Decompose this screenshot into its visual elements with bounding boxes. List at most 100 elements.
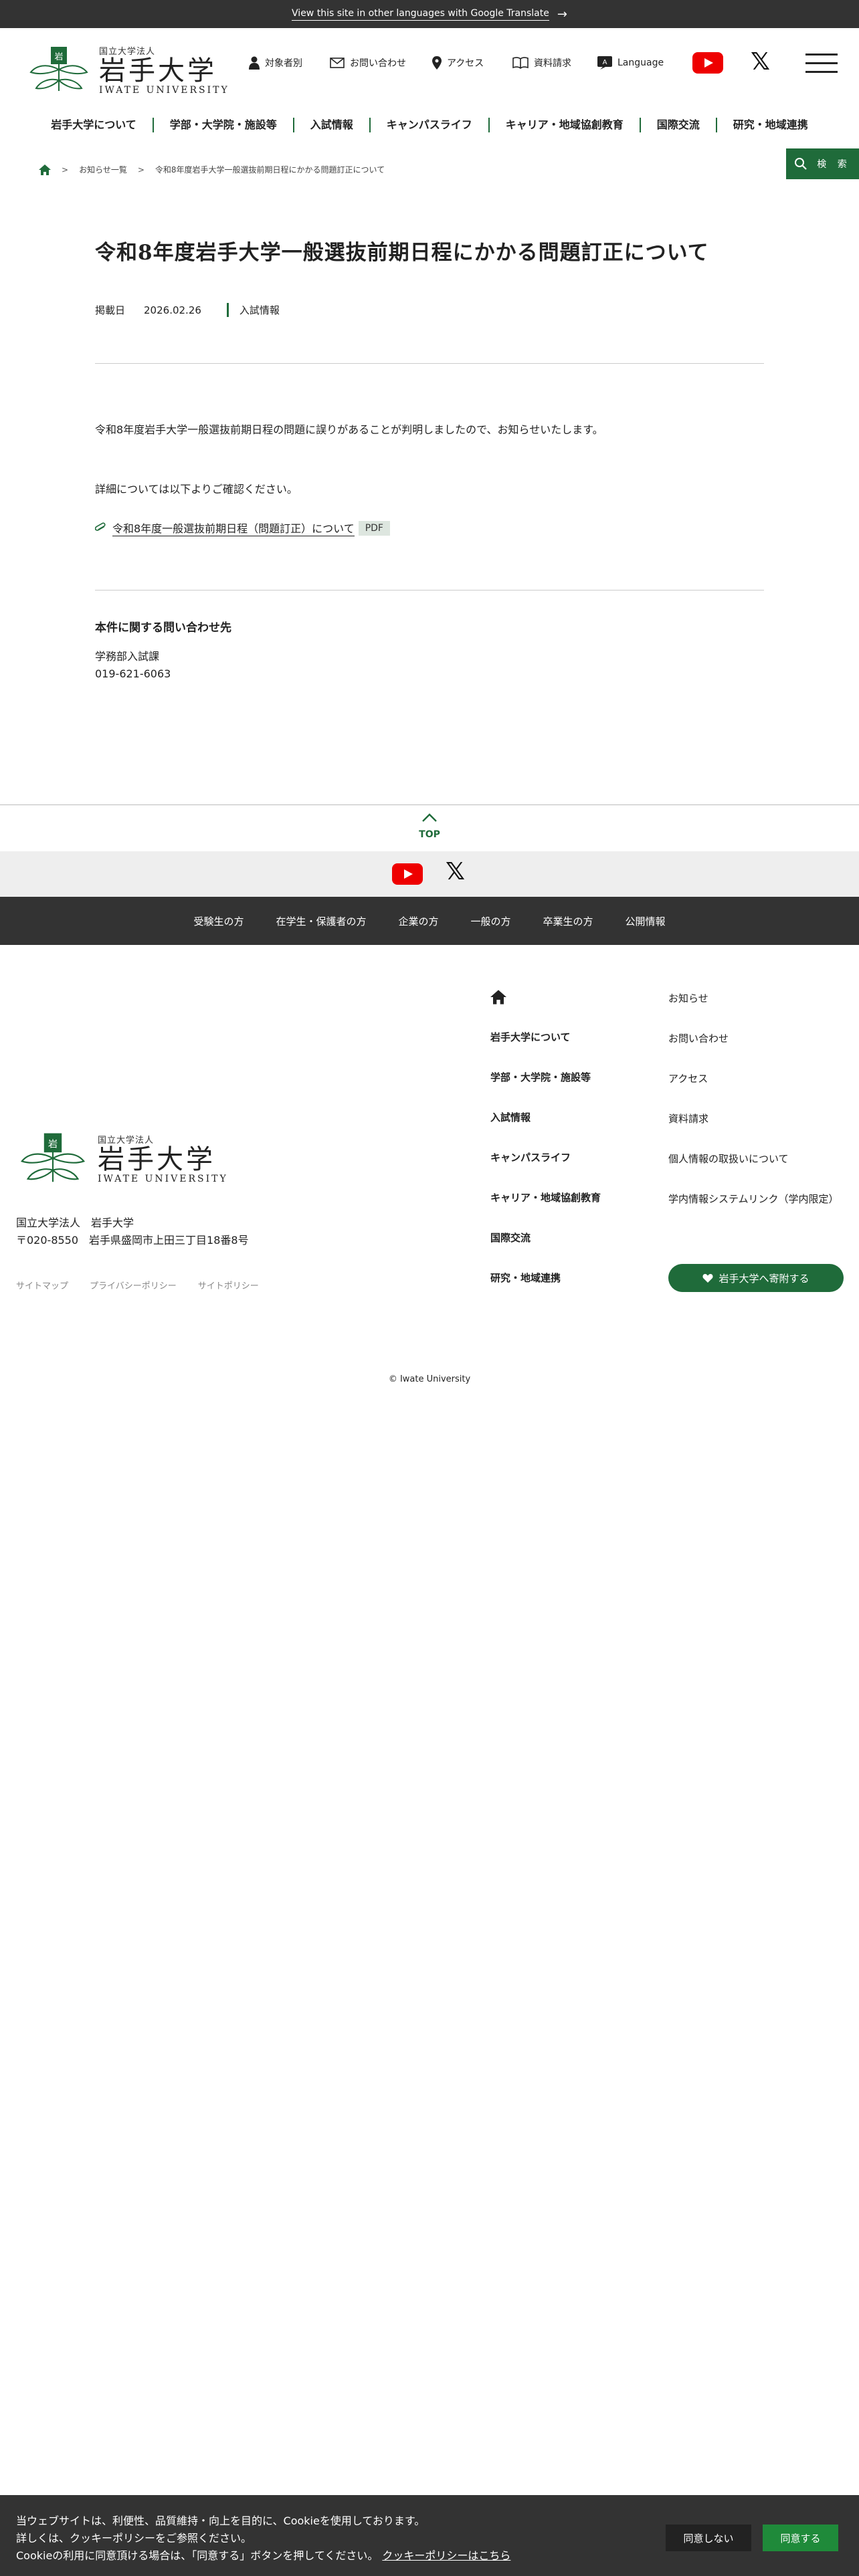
article-paragraph: 令和8年度岩手大学一般選抜前期日程の問題に誤りがあることが判明しましたので、お知… bbox=[95, 423, 603, 436]
donate-button[interactable]: 岩手大学へ寄附する bbox=[668, 1264, 844, 1292]
footer-link[interactable]: アクセス bbox=[668, 1071, 839, 1111]
translate-link[interactable]: View this site in other languages with G… bbox=[292, 8, 549, 21]
footer-nav-secondary: お知らせ お問い合わせ アクセス 資料請求 個人情報の取扱いについて 学内情報シ… bbox=[668, 991, 839, 1232]
gnav-faculties[interactable]: 学部・大学院・施設等 bbox=[152, 118, 293, 132]
footer-nav-primary: 岩手大学について 学部・大学院・施設等 入試情報 キャンパスライフ キャリア・地… bbox=[490, 990, 601, 1311]
cookie-agree-button[interactable]: 同意する bbox=[763, 2525, 838, 2551]
logo-title: 岩手大学 bbox=[98, 1144, 215, 1175]
pdf-link-text[interactable]: 令和8年度一般選抜前期日程（問題訂正）について bbox=[112, 520, 355, 536]
privacy-policy-link[interactable]: プライバシーポリシー bbox=[90, 1279, 177, 1291]
audience-companies[interactable]: 企業の方 bbox=[398, 914, 438, 928]
logo-subtitle: 国立大学法人 bbox=[98, 1135, 155, 1146]
divider bbox=[95, 363, 764, 364]
footer-link[interactable]: 研究・地域連携 bbox=[490, 1271, 601, 1311]
header-link-label: 対象者別 bbox=[265, 58, 302, 69]
footer-link[interactable]: 国際交流 bbox=[490, 1230, 601, 1271]
language-icon: A bbox=[597, 56, 612, 70]
footer-link[interactable]: 学内情報システムリンク（学内限定） bbox=[668, 1192, 839, 1232]
cookie-line: 当ウェブサイトは、利便性、品質維持・向上を目的に、Cookieを使用しております… bbox=[16, 2514, 425, 2527]
sitemap-link[interactable]: サイトマップ bbox=[16, 1279, 68, 1291]
arrow-right-icon: → bbox=[557, 7, 567, 21]
contact-heading: 本件に関する問い合わせ先 bbox=[95, 621, 231, 635]
date-label: 掲載日 bbox=[95, 304, 126, 316]
gnav-career[interactable]: キャリア・地域協創教育 bbox=[488, 118, 640, 132]
audience-students-parents[interactable]: 在学生・保護者の方 bbox=[276, 914, 366, 928]
header-link-label: 資料請求 bbox=[534, 58, 571, 69]
publish-date: 2026.02.26 bbox=[144, 304, 201, 316]
footer-link[interactable]: お知らせ bbox=[668, 991, 839, 1031]
logo-english: IWATE UNIVERSITY bbox=[98, 1173, 228, 1184]
cookie-line: 詳しくは、クッキーポリシーをご参照ください。 bbox=[16, 2532, 252, 2545]
header-link-brochure[interactable]: 資料請求 bbox=[512, 56, 571, 70]
pdf-badge: PDF bbox=[358, 520, 390, 536]
audience-public-info[interactable]: 公開情報 bbox=[626, 914, 666, 928]
translate-bar[interactable]: View this site in other languages with G… bbox=[0, 0, 859, 28]
paperclip-icon bbox=[95, 522, 106, 531]
cookie-policy-link[interactable]: クッキーポリシーはこちら bbox=[382, 2549, 510, 2562]
header-link-access[interactable]: アクセス bbox=[432, 56, 484, 70]
footer-link[interactable]: キャリア・地域協創教育 bbox=[490, 1190, 601, 1230]
footer-link[interactable]: 個人情報の取扱いについて bbox=[668, 1152, 839, 1192]
home-icon bbox=[490, 990, 506, 1004]
site-logo[interactable]: 岩 国立大学法人 岩手大学 IWATE UNIVERSITY bbox=[27, 43, 229, 96]
gnav-campus-life[interactable]: キャンパスライフ bbox=[369, 118, 488, 132]
audience-examinees[interactable]: 受験生の方 bbox=[193, 914, 244, 928]
article-meta: 掲載日 2026.02.26 入試情報 bbox=[95, 303, 280, 317]
site-policy-link[interactable]: サイトポリシー bbox=[198, 1279, 259, 1291]
address-line: 〒020-8550 岩手県盛岡市上田三丁目18番8号 bbox=[16, 1234, 249, 1247]
article-paragraph: 詳細については以下よりご確認ください。 bbox=[95, 483, 298, 496]
copyright: © Iwate University bbox=[388, 1374, 471, 1384]
cookie-deny-button[interactable]: 同意しない bbox=[666, 2525, 751, 2551]
pdf-download-link[interactable]: 令和8年度一般選抜前期日程（問題訂正）について PDF bbox=[95, 520, 390, 536]
audience-alumni[interactable]: 卒業生の方 bbox=[543, 914, 593, 928]
footer-link[interactable]: 学部・大学院・施設等 bbox=[490, 1070, 601, 1110]
university-emblem-icon: 岩 bbox=[20, 1133, 86, 1182]
footer-link[interactable]: 岩手大学について bbox=[490, 1030, 601, 1070]
header-link-label: Language bbox=[617, 58, 664, 68]
home-icon[interactable] bbox=[39, 164, 51, 175]
book-icon bbox=[512, 57, 529, 69]
site-header: 岩 国立大学法人 岩手大学 IWATE UNIVERSITY 対象者別 お問い合… bbox=[0, 28, 859, 108]
gnav-about[interactable]: 岩手大学について bbox=[35, 118, 153, 132]
footer-home-link[interactable] bbox=[490, 990, 601, 1030]
university-emblem-icon: 岩 bbox=[29, 47, 88, 91]
footer-link[interactable]: お問い合わせ bbox=[668, 1031, 839, 1071]
footer-link[interactable]: 資料請求 bbox=[668, 1111, 839, 1152]
chevron-right-icon: > bbox=[62, 165, 69, 175]
chevron-up-icon bbox=[422, 813, 437, 822]
header-link-contact[interactable]: お問い合わせ bbox=[330, 56, 406, 70]
x-twitter-icon[interactable]: 𝕏 bbox=[446, 858, 465, 885]
header-link-audience[interactable]: 対象者別 bbox=[249, 56, 302, 70]
page-top-button[interactable]: TOP bbox=[0, 804, 859, 852]
cookie-message: 当ウェブサイトは、利便性、品質維持・向上を目的に、Cookieを使用しております… bbox=[16, 2512, 510, 2565]
search-icon bbox=[795, 158, 807, 170]
category-label: 入試情報 bbox=[226, 303, 280, 317]
header-link-label: アクセス bbox=[447, 58, 484, 69]
page-top-label: TOP bbox=[419, 829, 440, 840]
gnav-research[interactable]: 研究・地域連携 bbox=[715, 118, 824, 132]
address-line: 国立大学法人 岩手大学 bbox=[16, 1216, 134, 1229]
menu-button[interactable] bbox=[805, 52, 838, 75]
global-nav: 岩手大学について 学部・大学院・施設等 入試情報 キャンパスライフ キャリア・地… bbox=[0, 108, 859, 142]
audience-general[interactable]: 一般の方 bbox=[471, 914, 511, 928]
footer-link[interactable]: キャンパスライフ bbox=[490, 1150, 601, 1190]
social-links: 𝕏 bbox=[0, 851, 859, 897]
search-button[interactable]: 検 索 bbox=[786, 148, 859, 179]
breadcrumb: > お知らせ一覧 > 令和8年度岩手大学一般選抜前期日程にかかる問題訂正について bbox=[39, 164, 385, 175]
search-label: 検 索 bbox=[817, 159, 851, 170]
footer-link[interactable]: 入試情報 bbox=[490, 1110, 601, 1150]
contact-info: 学務部入試課 019-621-6063 bbox=[95, 648, 171, 683]
svg-text:岩: 岩 bbox=[54, 52, 63, 62]
x-twitter-icon[interactable]: 𝕏 bbox=[751, 48, 770, 76]
footer-links: サイトマップ プライバシーポリシー サイトポリシー bbox=[16, 1279, 280, 1291]
youtube-icon[interactable] bbox=[392, 863, 423, 885]
svg-text:岩: 岩 bbox=[48, 1139, 58, 1150]
gnav-admissions[interactable]: 入試情報 bbox=[292, 118, 369, 132]
youtube-icon[interactable] bbox=[692, 52, 723, 74]
map-pin-icon bbox=[432, 56, 442, 70]
logo-english: IWATE UNIVERSITY bbox=[99, 84, 229, 96]
footer-logo[interactable]: 岩 国立大学法人 岩手大学 IWATE UNIVERSITY bbox=[16, 1129, 228, 1188]
breadcrumb-news-list[interactable]: お知らせ一覧 bbox=[79, 164, 127, 175]
header-link-language[interactable]: A Language bbox=[597, 56, 664, 70]
gnav-international[interactable]: 国際交流 bbox=[639, 118, 716, 132]
